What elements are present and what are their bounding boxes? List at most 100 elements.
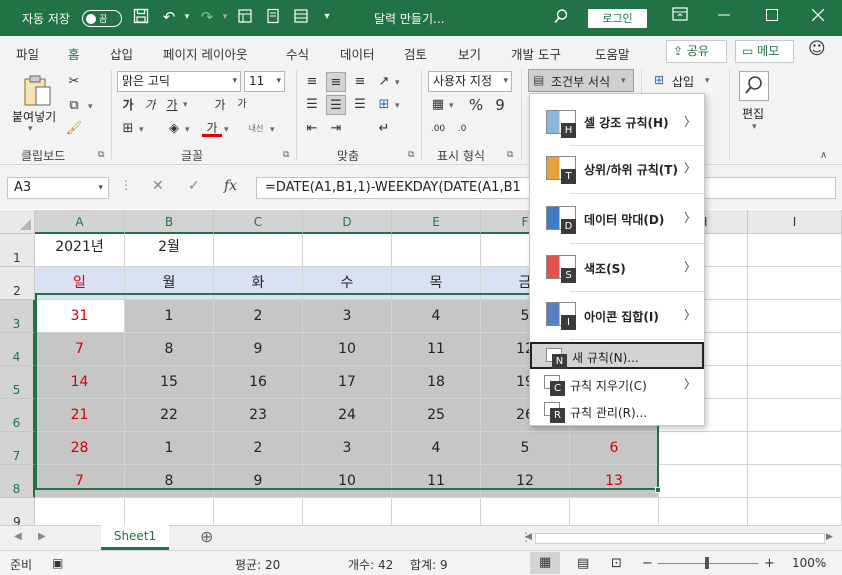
cell[interactable]: 15 [125,366,214,399]
underline-button[interactable]: 가 [162,95,182,115]
cell[interactable]: 28 [35,432,125,465]
tab-file[interactable]: 파일 [16,44,39,63]
menu-item-top-bottom-rules[interactable]: T 상위/하위 규칙(T) 〉 [530,147,704,193]
tab-insert[interactable]: 삽입 [110,44,133,63]
cell[interactable]: 25 [392,399,481,432]
phonetic-button[interactable]: 내선 [246,119,266,139]
close-icon[interactable] [806,6,830,28]
align-top-icon[interactable]: ≡ [302,72,322,92]
tab-review[interactable]: 검토 [404,44,427,63]
cell[interactable] [748,399,842,432]
cell[interactable] [748,432,842,465]
cell[interactable]: 3 [303,300,392,333]
find-icon[interactable] [739,71,769,101]
cell[interactable]: 10 [303,465,392,498]
cell[interactable]: 4 [392,432,481,465]
cell[interactable]: 월 [125,267,214,300]
decrease-indent-icon[interactable]: ⇤ [302,119,322,139]
menu-item-color-scales[interactable]: S 색조(S) 〉 [530,245,704,291]
redo-dropdown-icon[interactable]: ▾ [216,8,234,26]
cell[interactable] [659,432,748,465]
sheet-tab-sheet1[interactable]: Sheet1 [101,525,169,550]
redo-icon[interactable]: ↷ [198,8,216,26]
cell[interactable]: 7 [35,465,125,498]
minimize-icon[interactable] [712,6,736,28]
orientation-icon[interactable]: ↗ [374,72,394,92]
cell[interactable] [481,498,570,525]
cell[interactable] [748,234,842,267]
cell[interactable]: 2월 [125,234,214,267]
cell[interactable]: 4 [392,300,481,333]
undo-dropdown-icon[interactable]: ▾ [178,8,196,26]
font-name-combo[interactable]: 맑은 고딕 ▾ [117,71,241,92]
sort-icon[interactable] [292,8,310,26]
smiley-icon[interactable]: ☺ [808,39,826,59]
cell[interactable]: 18 [392,366,481,399]
zoom-out-icon[interactable]: − [642,556,653,571]
cell[interactable] [392,234,481,267]
insert-function-icon[interactable]: fx [224,178,237,194]
align-middle-icon[interactable]: ≡ [326,72,346,92]
maximize-icon[interactable] [760,6,784,28]
number-format-combo[interactable]: 사용자 지정 ▾ [428,71,512,92]
sheet-prev-icon[interactable]: ◀ [14,531,22,542]
column-header[interactable]: C [214,210,303,234]
cell[interactable] [748,300,842,333]
cell[interactable]: 11 [392,333,481,366]
tab-page-layout[interactable]: 페이지 레이아웃 [163,44,247,63]
select-all-corner[interactable] [0,210,35,234]
cell[interactable]: 13 [570,465,659,498]
undo-icon[interactable]: ↶ [160,8,178,26]
tab-help[interactable]: 도움말 [595,44,630,63]
cell[interactable] [303,234,392,267]
menu-item-clear-rules[interactable]: C 규칙 지우기(C) 〉 [530,371,704,397]
cell[interactable] [570,498,659,525]
cell[interactable]: 12 [481,465,570,498]
row-header[interactable]: 6 [0,399,35,432]
column-header[interactable]: D [303,210,392,234]
menu-item-data-bars[interactable]: D 데이터 막대(D) 〉 [530,195,704,243]
paste-label[interactable]: 붙여넣기 [12,108,56,125]
borders-dropdown-icon[interactable]: ▾ [139,125,144,135]
borders-icon[interactable]: ⊞ [118,119,138,139]
copy-icon[interactable]: ⧉ [64,96,84,116]
cell[interactable]: 17 [303,366,392,399]
menu-item-manage-rules[interactable]: R 규칙 관리(R)... [530,398,704,424]
paste-icon[interactable] [22,74,52,108]
cell[interactable] [748,366,842,399]
print-preview-icon[interactable] [264,8,282,26]
horizontal-scrollbar[interactable] [535,533,825,544]
editing-label[interactable]: 편집 [742,105,764,122]
worksheet-grid[interactable]: ABCDEFGHI 123456789 2021년2월일월화수목금3112345… [0,210,842,525]
insert-dropdown-icon[interactable]: ▾ [705,76,710,86]
cell[interactable] [214,234,303,267]
cell[interactable]: 9 [214,333,303,366]
accounting-format-icon[interactable]: ▦ [428,95,448,115]
merge-dropdown-icon[interactable]: ▾ [395,101,400,111]
cell[interactable]: 1 [125,432,214,465]
zoom-in-icon[interactable]: + [764,556,775,571]
phonetic-dropdown-icon[interactable]: ▾ [270,125,275,135]
shrink-font-button[interactable]: 가 [232,95,252,115]
zoom-level[interactable]: 100% [792,556,826,570]
cell[interactable] [748,333,842,366]
cell[interactable]: 31 [35,300,125,333]
row-header[interactable]: 1 [0,234,35,267]
row-header[interactable]: 7 [0,432,35,465]
row-header[interactable]: 8 [0,465,35,498]
align-left-icon[interactable]: ☰ [302,95,322,115]
tab-data[interactable]: 데이터 [340,44,375,63]
cell[interactable]: 16 [214,366,303,399]
menu-item-icon-sets[interactable]: I 아이콘 집합(I) 〉 [530,293,704,339]
insert-cells-label[interactable]: 삽입 [672,73,694,90]
add-sheet-icon[interactable]: ⊕ [200,527,213,546]
cell[interactable] [659,498,748,525]
share-button[interactable]: ⇪ 공유 [666,40,727,63]
font-launcher-icon[interactable]: ⧉ [283,150,289,160]
cell[interactable] [748,465,842,498]
cell[interactable]: 1 [125,300,214,333]
cell[interactable] [748,498,842,525]
cell[interactable]: 화 [214,267,303,300]
cell[interactable]: 8 [125,465,214,498]
row-header[interactable]: 2 [0,267,35,300]
